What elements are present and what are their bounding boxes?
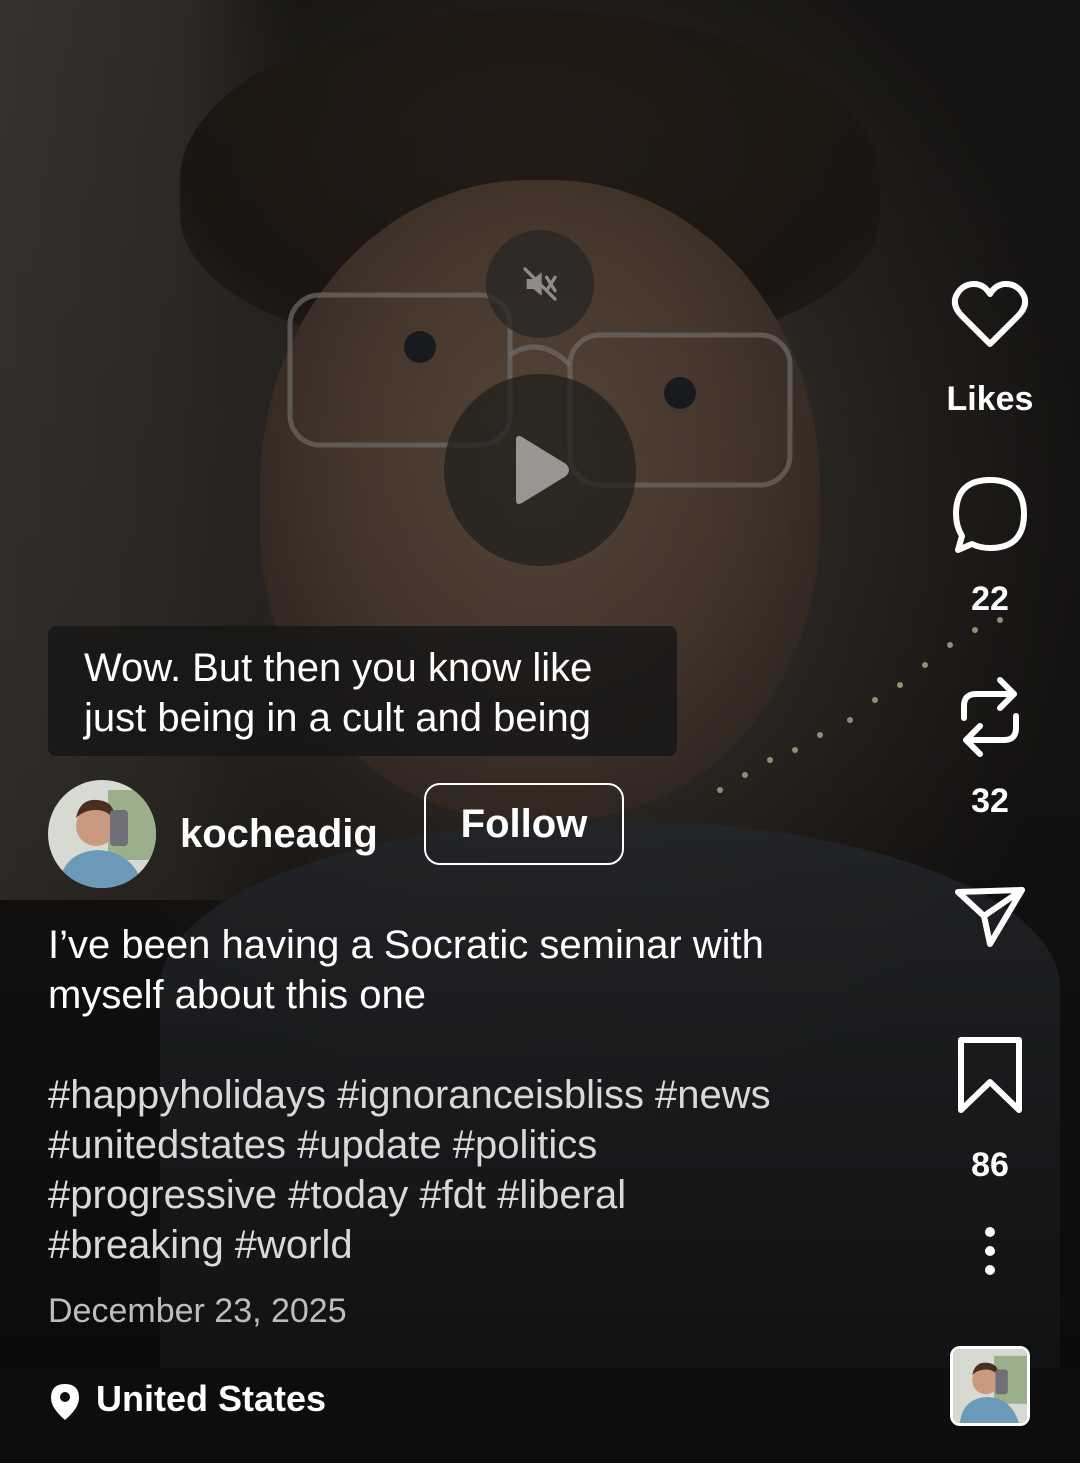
share-action[interactable] <box>940 884 1040 950</box>
play-button[interactable] <box>444 374 636 566</box>
comment-bubble-icon <box>953 477 1027 553</box>
speaker-muted-icon <box>523 267 557 301</box>
post-date: December 23, 2025 <box>48 1292 347 1330</box>
user-avatar-icon <box>48 780 156 888</box>
follow-button[interactable]: Follow <box>424 783 624 865</box>
hashtag-line[interactable]: #progressive #today #fdt #liberal <box>48 1170 928 1220</box>
hashtag-line[interactable]: #unitedstates #update #politics <box>48 1120 928 1170</box>
hashtag-line[interactable]: #happyholidays #ignoranceisbliss #news <box>48 1070 928 1120</box>
comments-count: 22 <box>971 580 1009 618</box>
location-label: United States <box>96 1378 327 1419</box>
post-description: I’ve been having a Socratic seminar with… <box>48 920 908 1020</box>
audio-thumbnail[interactable] <box>950 1346 1030 1426</box>
description-line: I’ve been having a Socratic seminar with <box>48 923 764 967</box>
location-bar[interactable]: United States <box>0 1368 1080 1463</box>
caption-line: Wow. But then you know like <box>84 646 593 690</box>
saves-count: 86 <box>971 1146 1009 1184</box>
user-avatar-icon <box>953 1349 1027 1423</box>
caption-overlay: Wow. But then you know like just being i… <box>48 626 677 756</box>
hashtags[interactable]: #happyholidays #ignoranceisbliss #news #… <box>48 1070 928 1270</box>
save-action[interactable]: 86 <box>940 1036 1040 1185</box>
bookmark-icon <box>958 1037 1022 1113</box>
reposts-count: 32 <box>971 782 1009 820</box>
repost-action[interactable]: 32 <box>940 674 1040 821</box>
author-avatar[interactable] <box>48 780 156 888</box>
like-action[interactable]: Likes <box>940 280 1040 419</box>
location-pin-icon <box>51 1384 79 1420</box>
description-line: myself about this one <box>48 973 426 1017</box>
repost-icon <box>961 677 1019 757</box>
more-options-button[interactable] <box>940 1226 1040 1276</box>
author-row: kocheadig Follow <box>48 780 648 888</box>
likes-label: Likes <box>946 380 1034 418</box>
send-icon <box>955 887 1025 947</box>
more-vertical-icon <box>985 1227 995 1275</box>
mute-button[interactable] <box>486 230 594 338</box>
author-username[interactable]: kocheadig <box>180 812 378 857</box>
play-icon <box>516 436 569 504</box>
hashtag-line[interactable]: #breaking #world <box>48 1220 928 1270</box>
heart-icon <box>951 281 1029 347</box>
comment-action[interactable]: 22 <box>940 474 1040 619</box>
caption-line: just being in a cult and being <box>84 696 592 740</box>
